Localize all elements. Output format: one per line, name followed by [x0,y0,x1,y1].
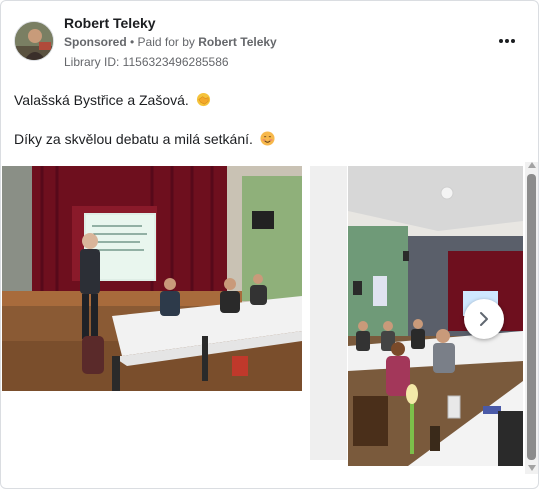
scroll-up-arrow-icon[interactable] [528,162,536,168]
post-text-line1-content: Valašská Bystřice a Zašová. [14,92,189,108]
advertiser-name[interactable]: Robert Teleky [64,15,156,31]
paid-for-prefix: Paid for by [137,35,199,49]
paid-for-name: Robert Teleky [198,35,277,49]
carousel-image-1[interactable] [2,166,302,391]
chevron-right-icon [480,312,488,326]
post-text-line1: Valašská Bystřice a Zašová. [14,92,211,108]
scrollbar[interactable] [525,162,538,474]
carousel-next-button[interactable] [464,299,504,339]
post-text-line2-content: Díky za skvělou debatu a milá setkání. [14,131,253,147]
scroll-thumb[interactable] [527,174,536,460]
more-horizontal-icon [499,39,503,43]
scroll-down-arrow-icon[interactable] [528,465,536,471]
sponsored-line: Sponsored • Paid for by Robert Teleky [64,35,277,49]
post-text-line2: Díky za skvělou debatu a milá setkání. [14,131,275,147]
avatar[interactable] [14,21,54,61]
meta-separator: • [126,35,138,49]
handshake-emoji-icon [196,92,210,107]
sponsored-label: Sponsored [64,35,127,49]
ad-card: Robert Teleky Sponsored • Paid for by Ro… [0,0,539,489]
smiling-face-emoji-icon [260,131,275,146]
carousel-spacer [310,166,347,460]
more-options-button[interactable] [493,29,521,53]
image-carousel[interactable] [1,166,538,466]
library-id: Library ID: 1156323496285586 [64,55,229,69]
